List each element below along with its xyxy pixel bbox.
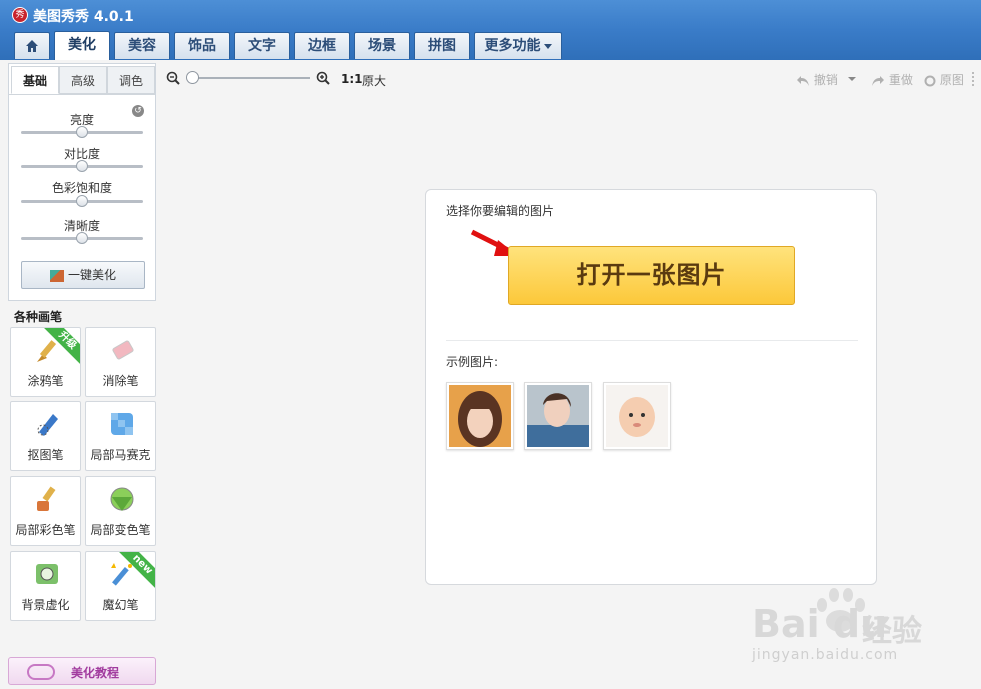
brightness-slider[interactable] (21, 126, 143, 138)
brush-label: 抠图笔 (27, 448, 64, 462)
brush-color-change[interactable]: 局部变色笔 (85, 476, 156, 546)
zoom-slider[interactable] (190, 77, 310, 79)
color-brush-icon (37, 486, 56, 511)
watermark-brand: 经验 (862, 614, 922, 649)
brush-cutout[interactable]: 抠图笔 (10, 401, 81, 471)
sample-thumbnail[interactable] (524, 382, 592, 450)
blur-background-icon (36, 564, 58, 584)
undo-icon (797, 75, 809, 86)
brush-label: 魔幻笔 (102, 598, 139, 612)
tab-face[interactable]: 美容 (114, 32, 170, 59)
cutout-pen-icon (37, 414, 58, 436)
tab-more-features[interactable]: 更多功能 (474, 32, 562, 59)
brush-label: 涂鸦笔 (27, 374, 64, 388)
tutorial-label: 美化教程 (71, 666, 120, 680)
tab-home[interactable] (14, 32, 50, 59)
auto-beautify-icon (49, 269, 64, 282)
app-logo-icon: 秀 (12, 7, 28, 23)
original-button[interactable]: 原图 (924, 71, 964, 88)
brush-mosaic[interactable]: 局部马赛克 (85, 401, 156, 471)
color-change-icon (110, 487, 134, 511)
sample-photo-1 (449, 385, 511, 447)
redo-icon (872, 75, 884, 86)
sample-thumbnail[interactable] (603, 382, 671, 450)
redo-button[interactable]: 重做 (871, 71, 913, 88)
one-to-one-button[interactable]: 1:1 (341, 72, 363, 86)
app-title: 美图秀秀 4.0.1 (33, 9, 134, 25)
sample-thumbnail[interactable] (446, 382, 514, 450)
tab-more-label: 更多功能 (484, 38, 541, 54)
brush-eraser[interactable]: 消除笔 (85, 327, 156, 397)
contrast-thumb[interactable] (76, 160, 88, 172)
zoom-slider-thumb[interactable] (186, 71, 199, 84)
card-divider (446, 340, 858, 341)
watermark-url: jingyan.baidu.com (752, 647, 899, 663)
brush-blur-background[interactable]: 背景虚化 (10, 551, 81, 621)
brush-label: 消除笔 (102, 374, 139, 388)
sample-photo-3 (606, 385, 668, 447)
undo-button[interactable]: 撤销 (796, 71, 838, 88)
open-image-prompt: 选择你要编辑的图片 (446, 204, 555, 218)
sharpness-slider[interactable] (21, 232, 143, 244)
mosaic-icon (111, 413, 133, 435)
toolbar-grip (972, 72, 974, 86)
adjust-panel: 基础 高级 调色 ↺ 亮度 对比度 色彩饱和度 清晰度 一键美化 (8, 63, 156, 301)
saturation-slider[interactable] (21, 195, 143, 207)
tab-frame[interactable]: 边框 (294, 32, 350, 59)
sample-photo-2 (527, 385, 589, 447)
saturation-thumb[interactable] (76, 195, 88, 207)
samples-label: 示例图片: (446, 355, 499, 369)
chevron-down-icon (543, 43, 552, 49)
tab-collage[interactable]: 拼图 (414, 32, 470, 59)
open-image-button[interactable]: 打开一张图片 (508, 246, 795, 305)
brushes-section-title: 各种画笔 (14, 310, 63, 324)
one-key-beautify-button[interactable]: 一键美化 (21, 261, 145, 289)
open-image-card: 选择你要编辑的图片 打开一张图片 示例图片: (425, 189, 877, 585)
undo-label: 撤销 (813, 73, 838, 87)
tab-scene[interactable]: 场景 (354, 32, 410, 59)
original-size-button[interactable]: 原大 (362, 72, 386, 89)
redo-label: 重做 (888, 73, 913, 87)
brush-label: 局部马赛克 (90, 448, 151, 462)
undo-dropdown-icon[interactable] (847, 76, 857, 82)
brush-doodle[interactable]: 升级 涂鸦笔 (10, 327, 81, 397)
contrast-slider[interactable] (21, 160, 143, 172)
original-label: 原图 (939, 73, 964, 87)
tab-beautify[interactable]: 美化 (54, 31, 110, 60)
zoom-in-icon[interactable] (316, 71, 330, 85)
brush-label: 局部变色笔 (90, 523, 151, 537)
brush-label: 局部彩色笔 (15, 523, 76, 537)
subtab-advanced[interactable]: 高级 (59, 66, 107, 94)
brightness-thumb[interactable] (76, 126, 88, 138)
eraser-icon (112, 340, 134, 360)
one-key-label: 一键美化 (67, 268, 116, 282)
home-icon (26, 40, 38, 52)
sharpness-thumb[interactable] (76, 232, 88, 244)
tab-accessories[interactable]: 饰品 (174, 32, 230, 59)
main-tab-bar: 美化 美容 饰品 文字 边框 场景 拼图 更多功能 (0, 30, 981, 60)
original-icon (924, 75, 936, 86)
subtab-basic[interactable]: 基础 (11, 66, 59, 94)
footprint-icon (27, 664, 55, 680)
brush-magic[interactable]: new 魔幻笔 (85, 551, 156, 621)
tab-text[interactable]: 文字 (234, 32, 290, 59)
subtab-color[interactable]: 调色 (107, 66, 155, 94)
brush-label: 背景虚化 (21, 598, 70, 612)
subtab-divider (9, 94, 155, 95)
zoom-out-icon[interactable] (166, 71, 180, 85)
title-bar: 秀 美图秀秀 4.0.1 (0, 0, 981, 30)
tutorial-button[interactable]: 美化教程 (8, 657, 156, 685)
brush-local-color[interactable]: 局部彩色笔 (10, 476, 81, 546)
saturation-label: 色彩饱和度 (51, 181, 112, 195)
